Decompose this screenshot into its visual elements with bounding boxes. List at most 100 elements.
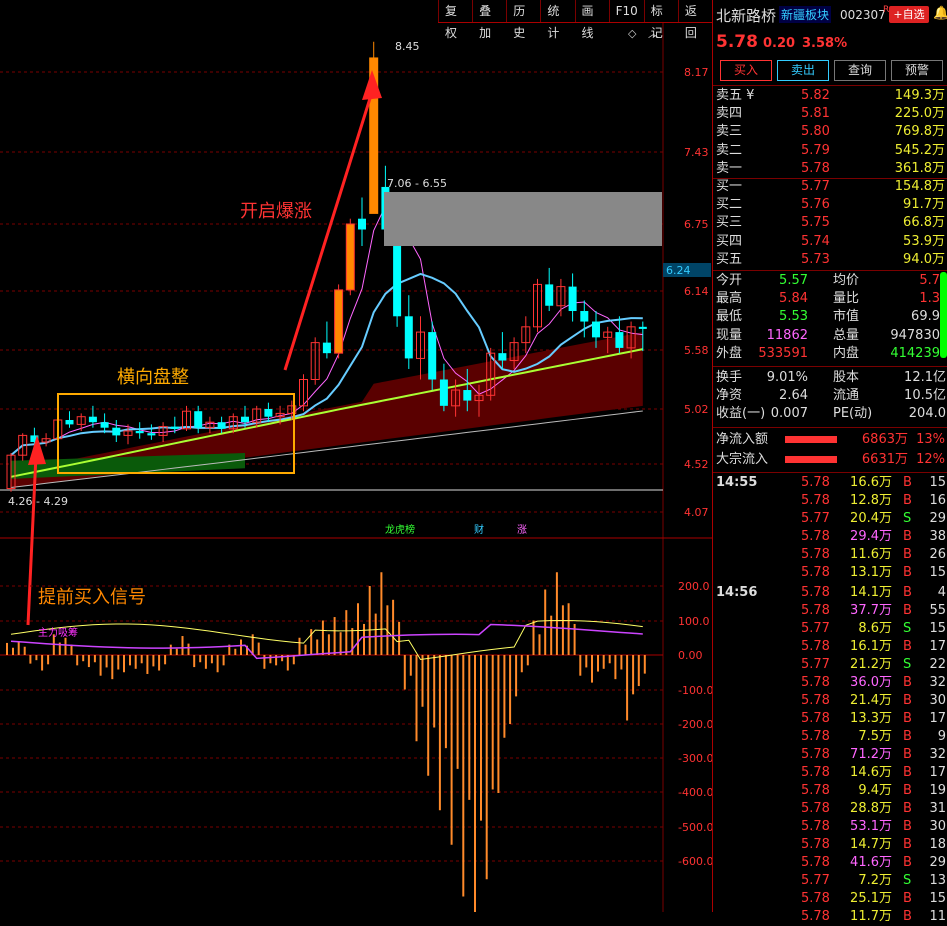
trade-price: 5.77 [801, 873, 830, 888]
order-book-row[interactable]: 卖四 5.81 225.0万 [713, 105, 947, 123]
trade-side: B [903, 693, 912, 708]
toolbar-fuquan-button[interactable]: 复权 [438, 0, 472, 40]
trade-row: 5.78 41.6万 B 29 [713, 854, 947, 872]
alert-button[interactable]: 预警 [891, 60, 943, 81]
candle [358, 197, 366, 246]
level-label: 卖三 [716, 124, 743, 140]
order-book-row[interactable]: 卖二 5.79 545.2万 [713, 142, 947, 160]
trade-price: 5.78 [801, 693, 830, 708]
price-axis-label: 5.58 [684, 344, 709, 357]
stat-row: 净资 2.64 流通 10.5亿 [713, 387, 947, 405]
level-label: 买四 [716, 233, 743, 249]
scrollbar[interactable] [940, 272, 947, 358]
buy-button[interactable]: 买入 [720, 60, 772, 81]
trade-volume: 21.2万 [850, 657, 892, 672]
candle-body [439, 379, 448, 406]
candle [194, 405, 203, 434]
trade-volume: 9.4万 [858, 783, 892, 798]
price-axis-label: 7.43 [684, 146, 709, 159]
order-book-row[interactable]: 买三 5.75 66.8万 [713, 214, 947, 232]
trade-price: 5.78 [801, 565, 830, 580]
trade-side: B [903, 493, 912, 508]
trade-side: B [903, 675, 912, 690]
candle [615, 316, 624, 354]
trade-price: 5.78 [801, 547, 830, 562]
order-book-row[interactable]: 卖一 5.78 361.8万 [713, 160, 947, 178]
candle [310, 337, 320, 385]
candle [322, 321, 331, 359]
trade-row: 5.78 21.4万 B 30 [713, 692, 947, 710]
bell-icon[interactable]: 🔔 [933, 6, 947, 21]
order-book-row[interactable]: 卖三 5.80 769.8万 [713, 123, 947, 141]
price-axis-label: 8.17 [684, 66, 709, 79]
toolbar-draw-button[interactable]: 画线 [574, 0, 609, 40]
price-axis-label: 6.75 [684, 218, 709, 231]
stat-label: 股本 [833, 370, 860, 385]
query-button[interactable]: 查询 [834, 60, 886, 81]
add-favorite-button[interactable]: +自选 [889, 6, 929, 23]
level-price: 5.82 [801, 88, 830, 103]
trade-ticks[interactable]: 14:55 5.78 16.6万 B 15 5.78 12.8万 B 16 5.77 20.4万 S 2… [713, 473, 947, 926]
candle-body [638, 326, 647, 329]
toolbar-back-button[interactable]: 返回 [677, 0, 712, 40]
trade-price: 5.77 [801, 657, 830, 672]
stat-label: 今开 [716, 273, 743, 288]
kline-chart-svg[interactable]: 8.177.436.756.145.585.024.524.07◇ ︿7.06 -… [0, 0, 712, 912]
stat-value: 0.007 [770, 406, 808, 422]
toolbar-f10-button[interactable]: F10 [608, 0, 644, 22]
trade-count: 9 [937, 729, 946, 744]
order-book-row[interactable]: 卖五 ¥ 5.82 149.3万 [713, 87, 947, 105]
toolbar-overlay-button[interactable]: 叠加 [472, 0, 506, 40]
kline-chart-area[interactable]: 8.17 7.43 6.75 6.14 5.58 5.02 4.52 4.07 ◇ ︿ 7.06 -… [0, 0, 712, 912]
divider [713, 85, 947, 86]
order-book-row[interactable]: 买一 5.77 154.8万 [713, 178, 947, 196]
stat-value: 5.57 [779, 273, 808, 288]
price-axis-label: 4.52 [684, 458, 709, 471]
order-book-row[interactable]: 买五 5.73 94.0万 [713, 251, 947, 269]
order-book-row[interactable]: 买二 5.76 91.7万 [713, 196, 947, 214]
sell-button[interactable]: 卖出 [777, 60, 829, 81]
candle-body [264, 409, 273, 417]
ask-book: 卖五 ¥ 5.82 149.3万 卖四 5.81 225.0万 卖三 5.80 769.8万 卖二… [713, 87, 947, 178]
level-label: 买二 [716, 197, 743, 213]
candle-body [404, 316, 413, 359]
toolbar-history-button[interactable]: 历史 [506, 0, 540, 40]
price-axis-label: 5.02 [684, 403, 709, 416]
stat-label: 最高 [716, 291, 743, 307]
trade-side: S [903, 873, 912, 888]
flow-row: 大宗流入 6631万 12% [713, 450, 947, 470]
level-label: 买一 [716, 179, 743, 194]
bid-book: 买一 5.77 154.8万 买二 5.76 91.7万 买三 5.75 66.8万 买四 5.74… [713, 178, 947, 269]
quote-panel: 北新路桥 新疆板块 002307 R +自选 🔔 5.78 0.20 3.58%… [712, 0, 947, 924]
candle [65, 411, 74, 428]
indicator-axis-label: -600.0 [678, 855, 712, 868]
trade-side: B [903, 711, 912, 726]
candle-body [65, 420, 74, 425]
candle [41, 433, 51, 447]
stat-row: 换手 9.01% 股本 12.1亿 [713, 369, 947, 387]
trade-price: 5.78 [801, 747, 830, 762]
trade-side: B [903, 547, 912, 562]
flow-label: 大宗流入 [716, 452, 769, 467]
stock-header: 北新路桥 新疆板块 002307 R +自选 🔔 [713, 0, 947, 30]
gap-label: 7.06 - 6.55 [387, 177, 447, 190]
diamond-icon: ◇ [628, 27, 637, 40]
toolbar-mark-button[interactable]: 标记 [643, 0, 678, 40]
trade-row: 14:56 5.78 14.1万 B 4 [713, 584, 947, 602]
level-volume: 91.7万 [903, 197, 945, 213]
stat-row: 现量 11862 总量 947830 [713, 327, 947, 345]
trade-row: 5.78 28.8万 B 31 [713, 800, 947, 818]
toolbar-stats-button[interactable]: 统计 [540, 0, 574, 40]
candle [568, 273, 577, 322]
trade-side: S [903, 621, 912, 636]
sector-tag[interactable]: 新疆板块 [779, 6, 832, 23]
finance-block: 换手 9.01% 股本 12.1亿 净资 2.64 流通 10.5亿 收益(一) 0.007 PE(… [713, 369, 947, 424]
order-book-row[interactable]: 买四 5.74 53.9万 [713, 233, 947, 251]
trade-volume: 16.1万 [850, 639, 892, 654]
stat-value: 12.1亿 [904, 370, 946, 385]
trade-count: 17 [929, 765, 946, 780]
level-price: 5.81 [801, 106, 830, 122]
trade-side: B [903, 475, 912, 490]
surge-arrow [283, 91, 374, 371]
event-marker-zhang: 涨 [517, 524, 527, 536]
